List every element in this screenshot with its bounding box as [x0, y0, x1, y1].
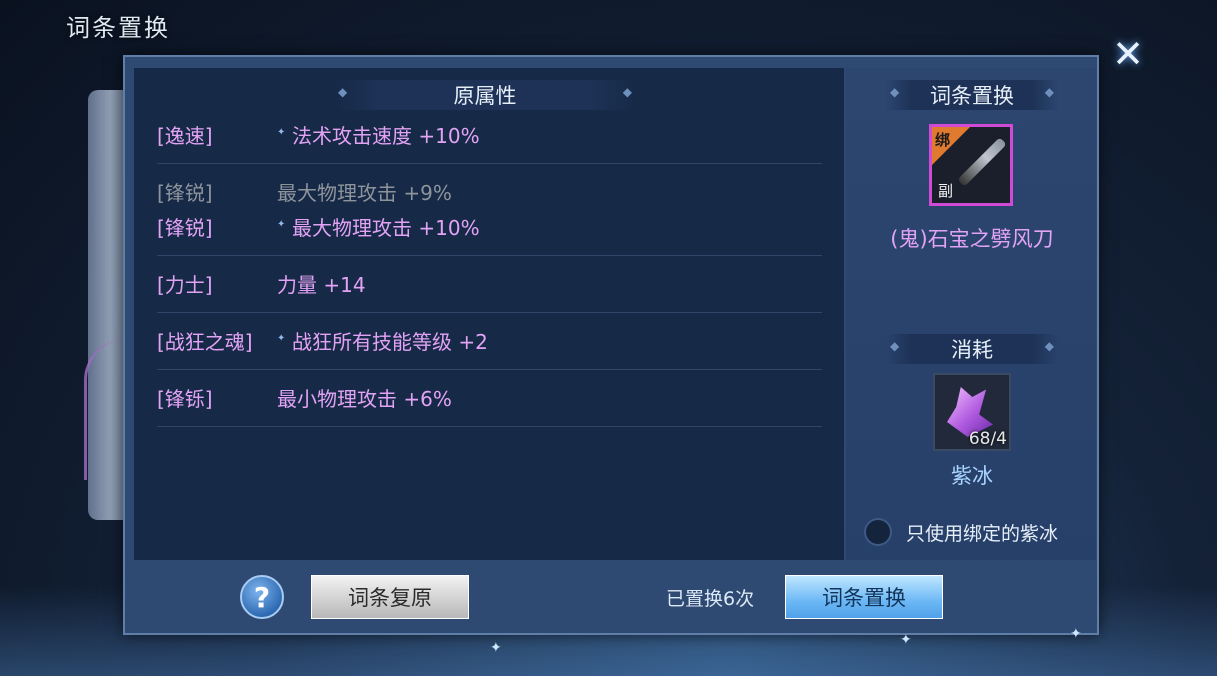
help-icon: ? [253, 580, 271, 614]
attribute-row: [逸速] ✦ 法术攻击速度 +10% [157, 120, 822, 150]
replace-count: 已置换6次 [666, 588, 755, 610]
purple-crystal-icon[interactable]: 68/4 [933, 373, 1011, 451]
replacement-header: 词条置换 [886, 80, 1058, 110]
star-icon: ✦ [277, 333, 286, 344]
material-name: 紫冰 [951, 464, 993, 488]
attribute-row: [锋锐] ✦ 最大物理攻击 +10% [157, 212, 822, 242]
attribute-tag: [逸速] [157, 124, 213, 148]
attribute-desc: 战狂所有技能等级 +2 [292, 330, 488, 354]
attribute-tag: [战狂之魂] [157, 330, 253, 354]
divider [157, 312, 822, 313]
item-name: (鬼)石宝之劈风刀 [890, 227, 1054, 251]
original-attributes-header: 原属性 [334, 80, 636, 110]
blade-weapon-icon[interactable]: 绑 副 [929, 124, 1013, 206]
window-title: 词条置换 [66, 14, 170, 42]
attribute-tag: [锋铄] [157, 387, 213, 411]
restore-button[interactable]: 词条复原 [311, 575, 469, 619]
sparkle-icon: ✦ [900, 632, 912, 648]
divider [157, 255, 822, 256]
cost-header-text: 消耗 [951, 338, 993, 362]
sparkle-icon: ✦ [1070, 626, 1082, 642]
attribute-tag: [力士] [157, 273, 213, 297]
bound-only-label: 只使用绑定的紫冰 [906, 523, 1059, 545]
bind-badge: 绑 [935, 131, 951, 149]
tassel-decoration [84, 340, 124, 480]
attribute-row: [战狂之魂] ✦ 战狂所有技能等级 +2 [157, 326, 822, 356]
replacement-header-text: 词条置换 [930, 84, 1014, 108]
star-icon: ✦ [277, 219, 286, 230]
sparkle-icon: ✦ [490, 640, 502, 656]
attribute-desc: 力量 +14 [277, 273, 366, 297]
attribute-tag: [锋锐] [157, 181, 213, 205]
material-count: 68/4 [968, 429, 1007, 449]
star-icon: ✦ [277, 127, 286, 138]
attribute-desc: 最大物理攻击 +10% [292, 216, 480, 240]
divider [157, 426, 822, 427]
attribute-row: [锋铄] 最小物理攻击 +6% [157, 383, 822, 413]
attribute-row-old: [锋锐] 最大物理攻击 +9% [157, 177, 822, 207]
cost-header: 消耗 [886, 334, 1058, 364]
replace-button[interactable]: 词条置换 [785, 575, 943, 619]
original-attributes-header-text: 原属性 [453, 84, 517, 108]
attribute-desc: 法术攻击速度 +10% [292, 124, 480, 148]
help-button[interactable]: ? [240, 575, 284, 619]
attribute-row: [力士] 力量 +14 [157, 269, 822, 299]
sub-badge: 副 [938, 182, 954, 200]
bound-only-radio[interactable] [864, 518, 892, 546]
divider [157, 369, 822, 370]
attribute-tag: [锋锐] [157, 216, 213, 240]
close-icon[interactable]: ✕ [1108, 32, 1148, 76]
attribute-desc: 最小物理攻击 +6% [277, 387, 452, 411]
attribute-desc: 最大物理攻击 +9% [277, 181, 452, 205]
divider [157, 163, 822, 164]
